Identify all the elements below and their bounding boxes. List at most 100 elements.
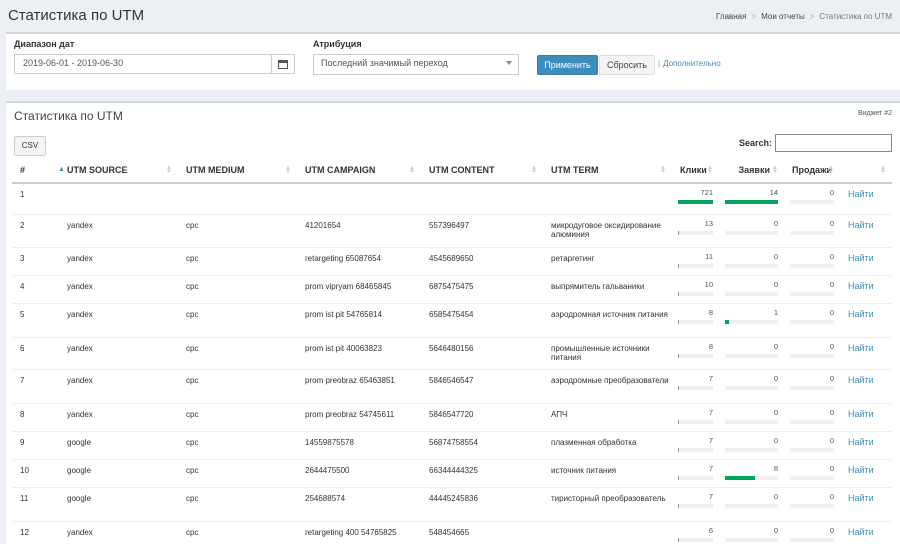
clicks-bar-fill — [678, 230, 679, 235]
cell-clicks: 7 — [672, 458, 719, 487]
find-link[interactable]: Найти — [840, 213, 892, 247]
cell-content: 56874758554 — [421, 430, 543, 459]
sales-value: 0 — [829, 463, 834, 473]
cell-term — [543, 520, 672, 544]
cell-content — [421, 182, 543, 214]
clicks-bar-fill — [678, 475, 679, 480]
cell-clicks: 7 — [672, 402, 719, 431]
breadcrumb-reports[interactable]: Мои отчеты — [761, 12, 805, 21]
find-link[interactable]: Найти — [840, 274, 892, 303]
box-title: Статистика по UTM — [14, 109, 123, 123]
leads-bar — [725, 503, 778, 508]
cell-medium: cpc — [178, 458, 297, 487]
clicks-bar — [678, 385, 713, 390]
leads-bar — [725, 263, 778, 268]
sales-bar — [790, 291, 834, 296]
cell-leads: 1 — [719, 302, 784, 337]
cell-leads: 0 — [719, 213, 784, 247]
cell-n: 9 — [12, 430, 59, 459]
col-utm-source-header[interactable]: UTM SOURCE ▲ ▼ — [59, 158, 178, 184]
col-utm-medium-header[interactable]: UTM MEDIUM ▲ ▼ — [178, 158, 297, 184]
reset-button[interactable]: Сбросить — [599, 55, 655, 75]
sales-value: 0 — [829, 307, 834, 317]
find-link[interactable]: Найти — [840, 402, 892, 431]
cell-source: yandex — [59, 302, 178, 337]
col-utm-content-label: UTM CONTENT — [429, 165, 495, 175]
col-clicks-header[interactable]: Клики ▲ ▼ — [672, 158, 719, 184]
csv-export-button[interactable]: CSV — [14, 136, 46, 156]
leads-bar — [725, 200, 778, 204]
cell-term: промышленные источники питания — [543, 336, 672, 369]
clicks-value: 7 — [708, 463, 713, 473]
search-label: Search: — [739, 138, 773, 148]
clicks-bar-fill — [678, 537, 679, 542]
cell-campaign: prom vipryam 68465845 — [297, 274, 421, 303]
sort-icon: ▲ ▼ — [166, 165, 172, 175]
col-number-header[interactable]: # ▲ — [12, 158, 65, 184]
find-link[interactable]: Найти — [840, 458, 892, 487]
col-utm-term-label: UTM TERM — [551, 165, 599, 175]
search-input[interactable] — [775, 134, 892, 152]
find-link[interactable]: Найти — [840, 246, 892, 275]
clicks-bar — [678, 447, 713, 452]
leads-bar — [725, 537, 778, 542]
find-link[interactable]: Найти — [840, 182, 892, 214]
col-utm-content-header[interactable]: UTM CONTENT ▲ ▼ — [421, 158, 543, 184]
more-options-label: Дополнительно — [663, 59, 721, 68]
col-sales-header[interactable]: Продажи ▲ ▼ — [784, 158, 840, 184]
sales-bar — [790, 200, 834, 204]
leads-bar — [725, 319, 778, 324]
cell-medium: cpc — [178, 246, 297, 275]
cell-term: выпрямитель гальваники — [543, 274, 672, 303]
sort-icon: ▲ ▼ — [772, 165, 778, 175]
attribution-select[interactable]: Последний значимый переход — [313, 54, 519, 75]
clicks-value: 6 — [708, 525, 713, 535]
cell-clicks: 7 — [672, 486, 719, 521]
breadcrumb-home[interactable]: Главная — [716, 12, 746, 21]
cell-leads: 0 — [719, 246, 784, 275]
cell-sales: 0 — [784, 274, 840, 303]
col-utm-campaign-label: UTM CAMPAIGN — [305, 165, 376, 175]
cell-sales: 0 — [784, 336, 840, 369]
find-link[interactable]: Найти — [840, 430, 892, 459]
col-utm-campaign-header[interactable]: UTM CAMPAIGN ▲ ▼ — [297, 158, 421, 184]
find-link[interactable]: Найти — [840, 486, 892, 521]
cell-clicks: 11 — [672, 246, 719, 275]
cell-content: 557396497 — [421, 213, 543, 247]
cell-leads: 8 — [719, 458, 784, 487]
cell-campaign: 14559875578 — [297, 430, 421, 459]
cell-content: 66344444325 — [421, 458, 543, 487]
cell-n: 6 — [12, 336, 59, 369]
cell-term: аэродромные преобразователи — [543, 368, 672, 403]
cell-sales: 0 — [784, 402, 840, 431]
col-utm-term-header[interactable]: UTM TERM ▲ ▼ — [543, 158, 672, 184]
cell-campaign — [297, 182, 421, 214]
col-leads-header[interactable]: Заявки ▲ ▼ — [719, 158, 784, 184]
table-row: 1 721 14 0 Найти — [12, 182, 892, 214]
attribution-label: Атрибуция — [313, 39, 362, 49]
table-row: 10 google cpc 2644475500 66344444325 источник… — [12, 458, 892, 487]
find-link[interactable]: Найти — [840, 302, 892, 337]
cell-campaign: prom ist pit 40063823 — [297, 336, 421, 369]
find-link[interactable]: Найти — [840, 368, 892, 403]
clicks-bar — [678, 291, 713, 296]
cell-clicks: 13 — [672, 213, 719, 247]
find-link[interactable]: Найти — [840, 520, 892, 544]
apply-button[interactable]: Применить — [537, 55, 598, 75]
leads-value: 14 — [769, 188, 778, 197]
sales-bar — [790, 475, 834, 480]
col-actions-header[interactable]: ▲ ▼ — [840, 158, 892, 184]
find-link[interactable]: Найти — [840, 336, 892, 369]
more-options-link[interactable]: | Дополнительно — [658, 59, 721, 68]
clicks-value: 7 — [708, 491, 713, 501]
cell-leads: 0 — [719, 336, 784, 369]
cell-sales: 0 — [784, 520, 840, 544]
calendar-button[interactable] — [271, 54, 295, 74]
date-range-input[interactable]: 2019-06-01 - 2019-06-30 — [14, 54, 272, 74]
date-range-label: Диапазон дат — [14, 39, 75, 49]
utm-table: # ▲ UTM SOURCE ▲ ▼ UTM MEDIUM ▲ ▼ UTM CAMPAIGN ▲ ▼… — [12, 158, 892, 544]
cell-medium: cpc — [178, 213, 297, 247]
clicks-bar — [678, 263, 713, 268]
cell-medium: cpc — [178, 302, 297, 337]
leads-bar — [725, 230, 778, 235]
